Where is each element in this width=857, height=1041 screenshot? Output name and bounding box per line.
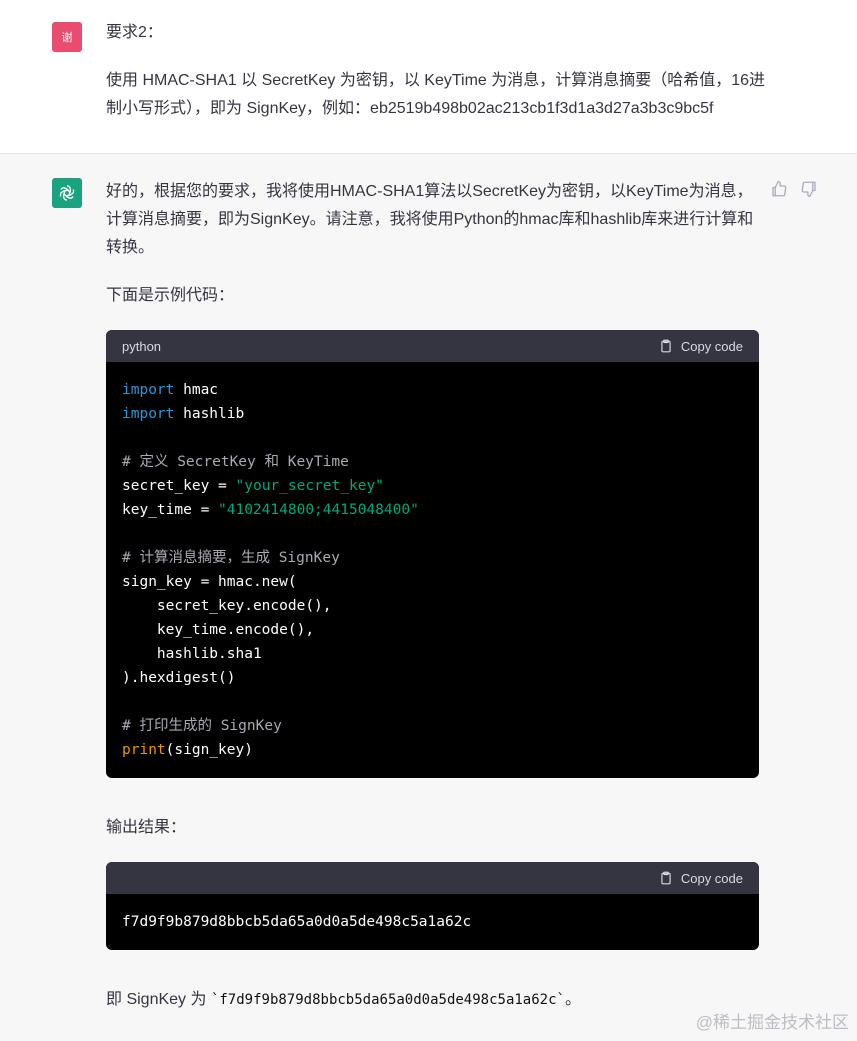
- user-message-line1: 要求2：: [106, 24, 163, 41]
- clipboard-icon: [661, 339, 671, 353]
- assistant-avatar: [52, 178, 82, 208]
- final-inline-code: `f7d9f9b879d8bbcb5da65a0d0a5de498c5a1a62…: [210, 992, 565, 1008]
- output-heading: 输出结果：: [106, 819, 187, 836]
- copy-code-label: Copy code: [680, 870, 743, 886]
- code-comment: # 打印生成的 SignKey: [122, 718, 282, 734]
- code-function: print: [122, 742, 166, 758]
- code-text: ).hexdigest(): [122, 670, 236, 686]
- user-avatar: 谢: [52, 22, 82, 52]
- code-text: key_time =: [122, 502, 219, 518]
- code-text: secret_key.encode(),: [122, 598, 332, 614]
- copy-code-label: Copy code: [680, 338, 743, 354]
- code-comment: # 定义 SecretKey 和 KeyTime: [122, 454, 349, 470]
- output-value: f7d9f9b879d8bbcb5da65a0d0a5de498c5a1a62c: [122, 914, 472, 930]
- clipboard-icon: [661, 871, 671, 885]
- final-answer: 即 SignKey 为 `f7d9f9b879d8bbcb5da65a0d0a5…: [106, 986, 766, 1014]
- code-string: "4102414800;4415048400": [218, 502, 419, 518]
- code-text: sign_key = hmac.new(: [122, 574, 297, 590]
- code-comment: # 计算消息摘要，生成 SignKey: [122, 550, 340, 566]
- thumbs-up-icon[interactable]: [770, 180, 788, 198]
- code-text: hashlib: [174, 406, 245, 422]
- copy-code-button[interactable]: Copy code: [659, 339, 743, 354]
- final-prefix: 即 SignKey 为: [106, 991, 211, 1008]
- feedback-buttons: [770, 180, 818, 198]
- thumbs-down-icon[interactable]: [800, 180, 818, 198]
- code-text: secret_key =: [122, 478, 236, 494]
- code-header: Copy code: [106, 862, 759, 894]
- openai-logo-icon: [59, 185, 75, 201]
- code-text: key_time.encode(),: [122, 622, 315, 638]
- final-suffix: 。: [564, 991, 581, 1008]
- example-heading: 下面是示例代码：: [106, 287, 235, 304]
- output-code-body: f7d9f9b879d8bbcb5da65a0d0a5de498c5a1a62c: [106, 894, 759, 950]
- code-keyword: import: [122, 382, 175, 398]
- code-keyword: import: [122, 406, 175, 422]
- copy-code-button[interactable]: Copy code: [659, 871, 743, 886]
- user-message-line2: 使用 HMAC-SHA1 以 SecretKey 为密钥，以 KeyTime 为…: [106, 72, 766, 117]
- code-header: python Copy code: [106, 330, 759, 362]
- assistant-intro: 好的，根据您的要求，我将使用HMAC-SHA1算法以SecretKey为密钥，以…: [106, 183, 754, 256]
- python-code-block: python Copy code import hmac import hash…: [106, 330, 759, 778]
- code-body: import hmac import hashlib # 定义 SecretKe…: [106, 362, 759, 778]
- code-string: "your_secret_key": [235, 478, 384, 494]
- watermark: @稀土掘金技术社区: [695, 1013, 849, 1032]
- code-language-label: python: [122, 338, 162, 354]
- user-message: 谢 要求2： 使用 HMAC-SHA1 以 SecretKey 为密钥，以 Ke…: [0, 0, 857, 154]
- code-text: hashlib.sha1: [122, 646, 262, 662]
- code-text: hmac: [174, 382, 219, 398]
- code-text: (sign_key): [165, 742, 253, 758]
- output-code-block: Copy code f7d9f9b879d8bbcb5da65a0d0a5de4…: [106, 862, 759, 950]
